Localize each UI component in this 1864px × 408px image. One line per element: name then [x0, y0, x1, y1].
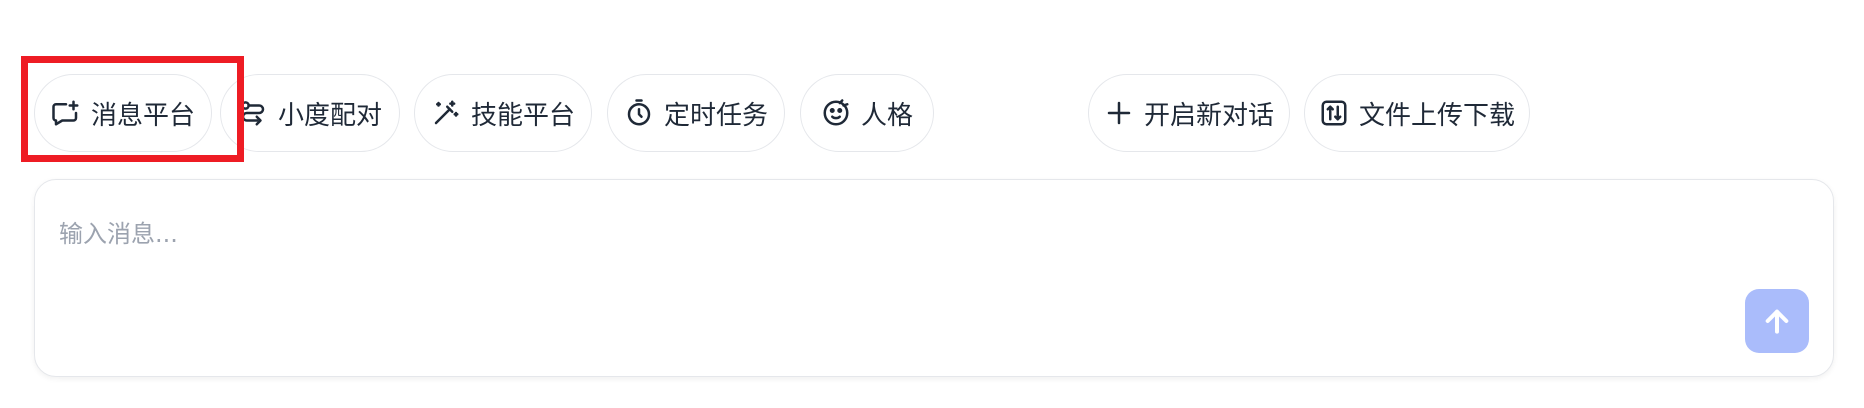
- chip-label: 定时任务: [663, 100, 768, 131]
- message-plus-icon: [52, 100, 79, 126]
- file-transfer-button[interactable]: 文件上传下载: [1304, 74, 1530, 152]
- send-button[interactable]: [1745, 289, 1809, 353]
- chip-label: 消息平台: [90, 100, 195, 131]
- new-chat-label: 开启新对话: [1143, 100, 1274, 131]
- toolbar: 消息平台 小度配对 技能平台 定时任务 人格 开启新对话 文件上传下载: [34, 74, 1830, 154]
- chip-skill-platform[interactable]: 技能平台: [414, 74, 592, 152]
- timer-icon: [627, 99, 651, 126]
- file-transfer-icon: [1321, 100, 1347, 126]
- chat-input-panel: 消息平台 小度配对 技能平台 定时任务 人格 开启新对话 文件上传下载 输入消息…: [0, 0, 1864, 408]
- chip-xiaodu-pairing[interactable]: 小度配对: [220, 74, 400, 152]
- chip-scheduled-tasks[interactable]: 定时任务: [607, 74, 785, 152]
- persona-face-icon: [823, 99, 849, 126]
- message-composer: [34, 179, 1834, 377]
- new-chat-button[interactable]: 开启新对话: [1088, 74, 1290, 152]
- file-transfer-label: 文件上传下载: [1358, 100, 1515, 131]
- plus-icon: [1107, 101, 1131, 125]
- chip-label: 小度配对: [277, 100, 382, 131]
- route-icon: [241, 101, 265, 126]
- chip-message-platform[interactable]: 消息平台: [34, 74, 212, 152]
- chip-persona[interactable]: 人格: [800, 74, 934, 152]
- chip-label: 人格: [860, 100, 913, 131]
- chip-label: 技能平台: [470, 100, 575, 131]
- magic-wand-icon: [434, 100, 459, 125]
- message-input[interactable]: [59, 214, 1699, 314]
- arrow-up-icon: [1765, 309, 1789, 334]
